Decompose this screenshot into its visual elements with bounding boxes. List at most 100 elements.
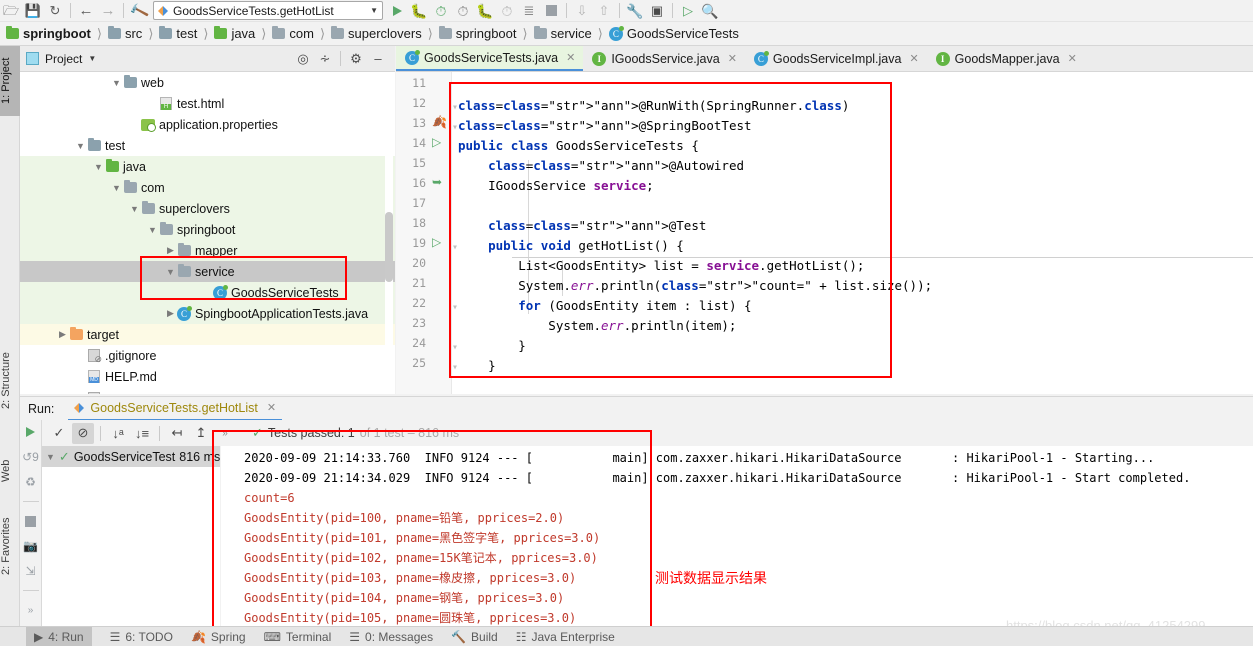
project-tree-scrollbar[interactable]: [385, 72, 393, 394]
tree-row[interactable]: ▼ java: [20, 156, 395, 177]
status-bar-item[interactable]: 🔨 Build: [451, 630, 498, 644]
code-line[interactable]: public class GoodsServiceTests {: [458, 136, 699, 156]
tree-row[interactable]: .gitignore: [20, 345, 395, 366]
save-icon[interactable]: 💾: [22, 1, 44, 21]
status-bar-item[interactable]: ☰ 0: Messages: [349, 630, 433, 644]
rerun-icon[interactable]: [21, 424, 41, 440]
code-line[interactable]: IGoodsService service;: [458, 176, 654, 196]
rerun-coverage-icon[interactable]: ⏱: [496, 1, 518, 21]
tree-row[interactable]: ▼ test: [20, 135, 395, 156]
expand-all-icon[interactable]: ↤: [166, 423, 188, 444]
chevron-down-icon[interactable]: ▼: [128, 198, 141, 219]
code-line[interactable]: System.err.println(class="str">"count=" …: [458, 276, 932, 296]
chevron-right-icon[interactable]: ▶: [56, 324, 69, 345]
export-icon[interactable]: ⇲: [21, 563, 41, 579]
hammer-icon[interactable]: 🔨: [125, 0, 153, 24]
chevron-down-icon[interactable]: ▼: [370, 6, 378, 15]
tree-row[interactable]: ▼ springboot: [20, 219, 395, 240]
tree-row[interactable]: test.html: [20, 93, 395, 114]
toggle-auto-test-icon[interactable]: ♻: [21, 474, 41, 490]
rerun-failed-icon[interactable]: ↺9: [21, 449, 41, 465]
breadcrumb-item-springboot[interactable]: springboot: [6, 26, 91, 41]
status-bar-item[interactable]: 🍂 Spring: [191, 630, 246, 644]
tree-row[interactable]: mvnw: [20, 387, 395, 394]
chevron-right-icon[interactable]: ▶: [164, 303, 177, 324]
project-structure-icon[interactable]: ▣: [646, 1, 668, 21]
chevron-down-icon[interactable]: ▼: [74, 135, 87, 156]
back-arrow-icon[interactable]: ←: [75, 1, 97, 21]
close-icon[interactable]: ✕: [909, 52, 918, 65]
breadcrumb-item-class[interactable]: C GoodsServiceTests: [608, 25, 739, 41]
debug-icon[interactable]: 🐛: [408, 1, 430, 21]
code-line[interactable]: class=class="str">"ann">@RunWith(SpringR…: [458, 96, 849, 116]
stop-icon[interactable]: [540, 1, 562, 21]
project-tree[interactable]: ▼webtest.htmlapplication.properties▼test…: [20, 72, 395, 394]
chevron-right-icon[interactable]: ▶: [164, 240, 177, 261]
scrollbar-thumb[interactable]: [385, 212, 393, 282]
run-icon[interactable]: [386, 1, 408, 21]
close-icon[interactable]: ✕: [267, 401, 276, 414]
chevron-down-icon[interactable]: ▼: [88, 54, 96, 63]
code-editor[interactable]: 11 12 13 🍂 14 ▷ 15 16 ➥ 17 18 19 ▷ 20 21 22 23 24 25 class…: [396, 72, 1253, 394]
gear-icon[interactable]: ⚙: [345, 49, 367, 69]
profile-icon[interactable]: ⏱: [452, 1, 474, 21]
chevron-down-icon[interactable]: ▼: [164, 261, 177, 282]
editor-code-area[interactable]: class=class="str">"ann">@RunWith(SpringR…: [452, 72, 1253, 394]
tree-row[interactable]: C GoodsServiceTests: [20, 282, 395, 303]
code-line[interactable]: List<GoodsEntity> list = service.getHotL…: [458, 256, 864, 276]
code-line[interactable]: class=class="str">"ann">@Autowired: [458, 156, 744, 176]
status-bar-item[interactable]: ▶ 4: Run: [26, 627, 92, 646]
stop-icon[interactable]: [21, 513, 41, 529]
coverage-icon[interactable]: ⏱: [430, 1, 452, 21]
tree-row[interactable]: ▼ com: [20, 177, 395, 198]
console-output[interactable]: 2020-09-09 21:14:33.760 INFO 9124 --- [ …: [221, 446, 1253, 626]
sidebar-item-favorites[interactable]: 2: Favorites: [0, 501, 20, 591]
sidebar-item-structure[interactable]: 2: Structure: [0, 336, 20, 426]
chevron-down-icon[interactable]: ▼: [110, 72, 123, 93]
editor-gutter[interactable]: 11 12 13 🍂 14 ▷ 15 16 ➥ 17 18 19 ▷ 20 21 22 23 24 25: [396, 72, 452, 394]
breadcrumb-item-springboot-pkg[interactable]: springboot: [438, 26, 517, 41]
chevron-down-icon[interactable]: ▼: [146, 219, 159, 240]
breadcrumb-item-test[interactable]: test: [159, 26, 197, 41]
run-test-icon[interactable]: ▷: [432, 135, 446, 149]
run-anything-list-icon[interactable]: ≣: [518, 1, 540, 21]
sort-alphabetically-icon[interactable]: ↓ᵃ: [107, 423, 129, 444]
editor-tab[interactable]: I GoodsMapper.java ✕: [927, 46, 1085, 71]
code-fold-marker[interactable]: ▾: [452, 338, 458, 358]
more-icon[interactable]: »: [21, 602, 41, 618]
attach-debugger-icon[interactable]: 🐛: [474, 1, 496, 21]
collapse-all-icon[interactable]: ∻: [314, 49, 336, 69]
show-passed-icon[interactable]: ✓: [48, 423, 70, 444]
tree-row[interactable]: ▼ service: [20, 261, 395, 282]
update-project-icon[interactable]: ⇩: [571, 1, 593, 21]
code-line[interactable]: for (GoodsEntity item : list) {: [458, 296, 751, 316]
sidebar-item-project[interactable]: 1: Project: [0, 46, 20, 116]
tree-row[interactable]: ▶ mapper: [20, 240, 395, 261]
wrench-icon[interactable]: 🔧: [624, 1, 646, 21]
hide-icon[interactable]: –: [367, 49, 389, 69]
breadcrumb-item-src[interactable]: src: [107, 26, 142, 41]
open-folder-icon[interactable]: 🗁: [0, 1, 22, 21]
tree-row[interactable]: ▶ target: [20, 324, 395, 345]
code-fold-marker[interactable]: ▾: [452, 118, 458, 138]
search-icon[interactable]: 🔍: [699, 1, 721, 21]
breadcrumb-item-service[interactable]: service: [533, 26, 592, 41]
more-icon[interactable]: »: [214, 423, 236, 444]
run-tab[interactable]: GoodsServiceTests.getHotList ✕: [68, 397, 283, 421]
sync-icon[interactable]: ↻: [44, 1, 66, 21]
code-line[interactable]: }: [458, 336, 526, 356]
bean-icon[interactable]: ➥: [432, 175, 446, 189]
status-bar-item[interactable]: ☷ Java Enterprise: [516, 630, 615, 644]
code-line[interactable]: class=class="str">"ann">@Test: [458, 216, 706, 236]
code-fold-marker[interactable]: ▾: [452, 358, 458, 378]
chevron-down-icon[interactable]: ▼: [110, 177, 123, 198]
run-anything-icon[interactable]: ▷: [677, 1, 699, 21]
tree-row[interactable]: HELP.md: [20, 366, 395, 387]
breadcrumb-item-java[interactable]: java: [214, 26, 255, 41]
run-test-icon[interactable]: ▷: [432, 235, 446, 249]
locate-icon[interactable]: ◎: [292, 49, 314, 69]
code-fold-marker[interactable]: ▾: [452, 238, 458, 258]
forward-arrow-icon[interactable]: →: [97, 1, 119, 21]
status-bar-item[interactable]: ☰ 6: TODO: [110, 630, 173, 644]
tree-row[interactable]: ▼ web: [20, 72, 395, 93]
